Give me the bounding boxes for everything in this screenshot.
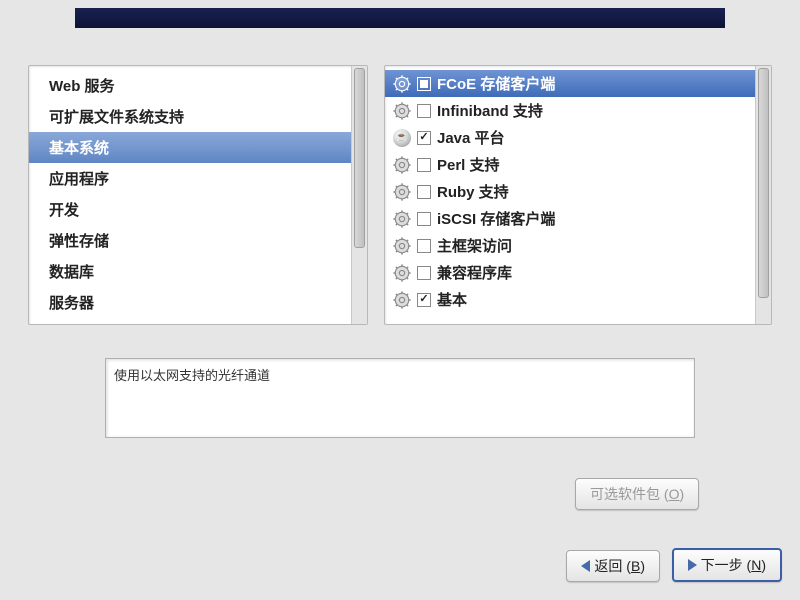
category-item[interactable]: 开发 [29,194,351,225]
gear-icon [393,237,411,255]
package-item-label: Java 平台 [437,127,505,148]
category-item-label: 弹性存储 [49,233,109,250]
optional-packages-label: 可选软件包 (O) [590,484,684,504]
package-scrollbar-thumb[interactable] [758,68,769,298]
category-item-label: 应用程序 [49,171,109,188]
category-item-label: 开发 [49,202,79,219]
package-checkbox[interactable] [417,104,431,118]
package-item[interactable]: iSCSI 存储客户端 [385,205,755,232]
package-item-label: Infiniband 支持 [437,100,543,121]
package-item[interactable]: FCoE 存储客户端 [385,70,755,97]
category-item[interactable]: 基本系统 [29,132,351,163]
category-item[interactable]: Web 服务 [29,70,351,101]
arrow-left-icon [581,560,590,572]
java-icon: ☕ [393,129,411,147]
gear-icon [393,291,411,309]
package-item-label: Ruby 支持 [437,181,509,202]
package-item[interactable]: Infiniband 支持 [385,97,755,124]
arrow-right-icon [688,559,697,571]
category-item[interactable]: 可扩展文件系统支持 [29,101,351,132]
back-button-label: 返回 (B) [594,556,645,576]
category-item-label: Web 服务 [49,78,115,95]
gear-icon [393,102,411,120]
category-item[interactable]: 应用程序 [29,163,351,194]
gear-icon [393,75,411,93]
next-button-label: 下一步 (N) [701,555,766,575]
category-panel: Web 服务可扩展文件系统支持基本系统应用程序开发弹性存储数据库服务器桌面 [28,65,368,325]
package-panel: FCoE 存储客户端 Infiniband 支持 ☕ ✓ Java 平台 Perl 支持 R… [384,65,772,325]
package-checkbox[interactable] [417,77,431,91]
category-item-label: 基本系统 [49,140,109,157]
package-list[interactable]: FCoE 存储客户端 Infiniband 支持 ☕ ✓ Java 平台 Perl 支持 R… [385,66,755,324]
package-scrollbar[interactable] [755,66,771,324]
package-checkbox[interactable] [417,266,431,280]
package-checkbox[interactable]: ✓ [417,131,431,145]
description-text: 使用以太网支持的光纤通道 [114,368,270,383]
category-item[interactable]: 弹性存储 [29,225,351,256]
package-item[interactable]: 兼容程序库 [385,259,755,286]
description-box: 使用以太网支持的光纤通道 [105,358,695,438]
optional-packages-button: 可选软件包 (O) [575,478,699,510]
package-checkbox[interactable] [417,239,431,253]
category-list[interactable]: Web 服务可扩展文件系统支持基本系统应用程序开发弹性存储数据库服务器桌面 [29,66,351,324]
gear-icon [393,156,411,174]
package-item[interactable]: Ruby 支持 [385,178,755,205]
gear-icon [393,264,411,282]
category-item-label: 可扩展文件系统支持 [49,109,184,126]
category-item-label: 服务器 [49,295,94,312]
next-button[interactable]: 下一步 (N) [672,548,782,582]
package-item-label: Perl 支持 [437,154,500,175]
package-item-label: 主框架访问 [437,235,512,256]
package-checkbox[interactable]: ✓ [417,293,431,307]
gear-icon [393,183,411,201]
category-item-label: 数据库 [49,264,94,281]
category-item[interactable]: 服务器 [29,287,351,318]
package-item[interactable]: Perl 支持 [385,151,755,178]
category-item[interactable]: 桌面 [29,318,351,324]
category-scrollbar-thumb[interactable] [354,68,365,248]
package-item-label: 基本 [437,289,467,310]
package-checkbox[interactable] [417,185,431,199]
category-item[interactable]: 数据库 [29,256,351,287]
package-item[interactable]: ☕ ✓ Java 平台 [385,124,755,151]
package-item-label: 兼容程序库 [437,262,512,283]
category-scrollbar[interactable] [351,66,367,324]
package-item-label: FCoE 存储客户端 [437,73,555,94]
package-item[interactable]: ✓ 基本 [385,286,755,313]
package-item-label: iSCSI 存储客户端 [437,208,555,229]
package-item[interactable]: 主框架访问 [385,232,755,259]
gear-icon [393,210,411,228]
installer-header-banner [75,8,725,28]
package-checkbox[interactable] [417,158,431,172]
package-checkbox[interactable] [417,212,431,226]
back-button[interactable]: 返回 (B) [566,550,660,582]
